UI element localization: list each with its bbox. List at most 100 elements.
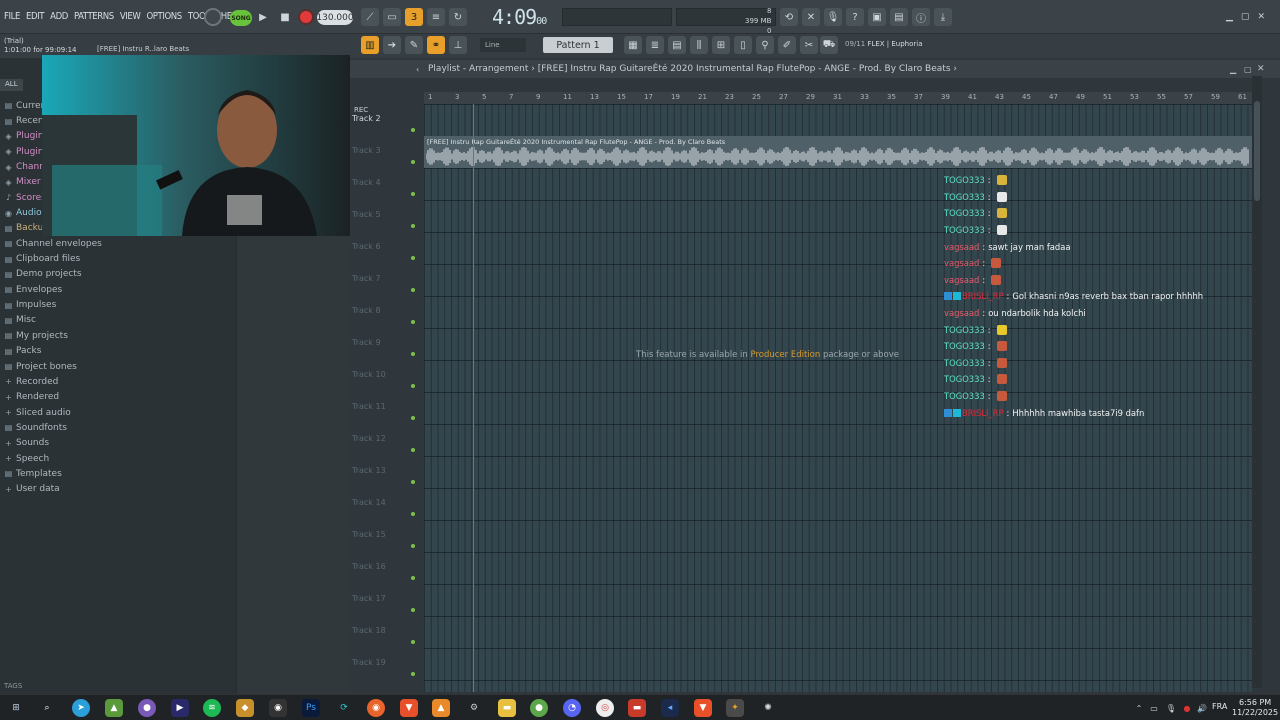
- pencil-icon[interactable]: ✎: [405, 36, 423, 54]
- menu-options[interactable]: OPTIONS: [146, 11, 182, 22]
- browser-item[interactable]: + Sounds: [0, 436, 236, 451]
- app-purple-icon[interactable]: ●: [138, 699, 156, 717]
- track-mute-led[interactable]: [411, 416, 415, 420]
- browser-item[interactable]: ▤ Demo projects: [0, 267, 236, 282]
- app-blue-icon[interactable]: ▶: [171, 699, 189, 717]
- track-header[interactable]: Track 17: [350, 584, 418, 616]
- app-openai-icon[interactable]: ✺: [759, 699, 777, 717]
- track-header[interactable]: Track 15: [350, 520, 418, 552]
- mixer-icon[interactable]: ✕: [802, 8, 820, 26]
- app-gear-icon[interactable]: ⚙: [465, 699, 483, 717]
- telegram-icon[interactable]: ➤: [72, 699, 90, 717]
- browser-item[interactable]: ▤ Envelopes: [0, 282, 236, 297]
- arrow-right-icon[interactable]: ➔: [383, 36, 401, 54]
- track-mute-led[interactable]: [411, 320, 415, 324]
- app-layers-icon[interactable]: ◆: [236, 699, 254, 717]
- track-header[interactable]: Track 16: [350, 552, 418, 584]
- mixer-panel-icon[interactable]: ≣: [646, 36, 664, 54]
- menu-add[interactable]: ADD: [50, 11, 68, 22]
- track-header[interactable]: Track 6: [350, 232, 418, 264]
- menu-patterns[interactable]: PATTERNS: [74, 11, 114, 22]
- track-mute-led[interactable]: [411, 512, 415, 516]
- tools-icon[interactable]: ✂: [800, 36, 818, 54]
- browser-item[interactable]: ▤ Clipboard files: [0, 251, 236, 266]
- obs-icon[interactable]: ◉: [269, 699, 287, 717]
- brush-icon[interactable]: ✐: [778, 36, 796, 54]
- help-icon[interactable]: ?: [846, 8, 864, 26]
- menu-view[interactable]: VIEW: [120, 11, 141, 22]
- track-header[interactable]: Track 18: [350, 616, 418, 648]
- file-explorer-icon[interactable]: ▬: [498, 699, 516, 717]
- brave-icon[interactable]: ▼: [400, 699, 418, 717]
- timeline-ruler[interactable]: 1 3 5 7 9 11 13 15 17 19 21 23 25 27 29 31 33 35 37 39 41 43 4…: [424, 92, 1252, 104]
- link-icon[interactable]: ⚭: [427, 36, 445, 54]
- menu-file[interactable]: FILE: [4, 11, 20, 22]
- loop-record-icon[interactable]: ↻: [449, 8, 467, 26]
- browser-item[interactable]: ▤ Soundfonts: [0, 420, 236, 435]
- track-mute-led[interactable]: [411, 256, 415, 260]
- notice-link[interactable]: Producer Edition: [750, 350, 820, 360]
- fl-studio-icon[interactable]: ✦: [726, 699, 744, 717]
- minimize-icon[interactable]: ▁: [1226, 12, 1233, 22]
- countdown-icon[interactable]: 3: [405, 8, 423, 26]
- clipboard-icon[interactable]: ▯: [734, 36, 752, 54]
- track-header[interactable]: Track 3: [350, 136, 418, 168]
- browser-item[interactable]: + Speech: [0, 451, 236, 466]
- track-header[interactable]: Track 5: [350, 200, 418, 232]
- info-icon[interactable]: ⓘ: [912, 8, 930, 26]
- maximize-icon[interactable]: ▢: [1241, 12, 1250, 22]
- browser-item[interactable]: ▤ Templates: [0, 466, 236, 481]
- audio-clip[interactable]: [FREE] Instru Rap GuitareÉté 2020 Instru…: [424, 136, 1252, 168]
- track-header[interactable]: Track 14: [350, 488, 418, 520]
- piano-roll-icon[interactable]: ▤: [668, 36, 686, 54]
- search-icon[interactable]: ⌕: [38, 699, 56, 717]
- track-mute-led[interactable]: [411, 224, 415, 228]
- firefox-icon[interactable]: ◉: [367, 699, 385, 717]
- metronome-icon[interactable]: ⟋: [361, 8, 379, 26]
- channel-rack-icon[interactable]: ▦: [624, 36, 642, 54]
- snap-select[interactable]: Line: [480, 38, 526, 52]
- tempo-display[interactable]: 130.000: [316, 10, 354, 25]
- app-red-icon[interactable]: ▬: [628, 699, 646, 717]
- browser-item[interactable]: ▤ Impulses: [0, 297, 236, 312]
- chevron-left-icon[interactable]: ‹: [416, 65, 419, 74]
- app-swirl-icon[interactable]: ⟳: [335, 699, 353, 717]
- track-mute-led[interactable]: [411, 640, 415, 644]
- app-green-icon[interactable]: ▲: [105, 699, 123, 717]
- playhead-marker[interactable]: [473, 104, 474, 692]
- track-header[interactable]: Track 9: [350, 328, 418, 360]
- track-header[interactable]: Track 7: [350, 264, 418, 296]
- browser-item[interactable]: ▤ Packs: [0, 344, 236, 359]
- spotify-icon[interactable]: ≋: [203, 699, 221, 717]
- vscode-icon[interactable]: ◂: [661, 699, 679, 717]
- track-mute-led[interactable]: [411, 192, 415, 196]
- save-icon[interactable]: ▣: [868, 8, 886, 26]
- stamp-icon[interactable]: ⊥: [449, 36, 467, 54]
- cart-icon[interactable]: ⛟: [820, 36, 838, 54]
- tree-icon[interactable]: ⊞: [712, 36, 730, 54]
- track-header[interactable]: Track 2: [350, 104, 418, 136]
- stop-icon[interactable]: ■: [276, 8, 294, 26]
- download-icon[interactable]: ⤓: [934, 8, 952, 26]
- taskbar-clock[interactable]: 6:56 PM 11/22/2025: [1232, 698, 1278, 718]
- browser-item[interactable]: + Sliced audio: [0, 405, 236, 420]
- faders-icon[interactable]: ⫼: [690, 36, 708, 54]
- playlist-icon[interactable]: ▥: [361, 36, 379, 54]
- flex-preset[interactable]: 09/11 FLEX | Euphoria: [845, 40, 923, 48]
- plugin-picker-icon[interactable]: ⚲: [756, 36, 774, 54]
- browser-item[interactable]: + Rendered: [0, 390, 236, 405]
- track-mute-led[interactable]: [411, 288, 415, 292]
- track-header[interactable]: Track 4: [350, 168, 418, 200]
- minimize-icon[interactable]: ▁: [1230, 65, 1236, 74]
- app-orange-icon[interactable]: ▲: [432, 699, 450, 717]
- track-header[interactable]: Track 13: [350, 456, 418, 488]
- menu-edit[interactable]: EDIT: [26, 11, 45, 22]
- track-mute-led[interactable]: [411, 576, 415, 580]
- browser-item[interactable]: ▤ Misc: [0, 313, 236, 328]
- track-header[interactable]: Track 19: [350, 648, 418, 680]
- track-header[interactable]: Track 11: [350, 392, 418, 424]
- pattern-selector[interactable]: Pattern 1: [543, 37, 613, 53]
- track-mute-led[interactable]: [411, 544, 415, 548]
- track-mute-led[interactable]: [411, 448, 415, 452]
- tray-volume-icon[interactable]: 🔊: [1193, 699, 1211, 717]
